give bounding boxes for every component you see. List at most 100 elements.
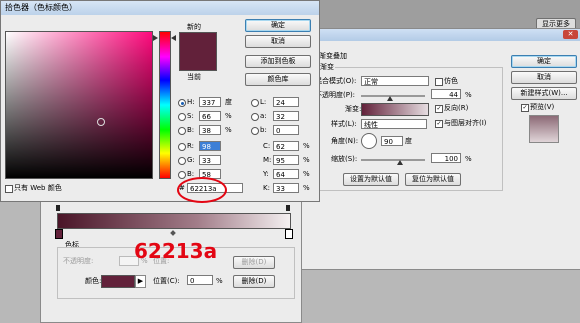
section-title: 渐变叠加: [319, 52, 347, 60]
align-label: 与图层对齐(I): [444, 119, 487, 127]
stop-location-percent: %: [216, 277, 223, 285]
h-field[interactable]: 337: [199, 97, 221, 107]
k-unit: %: [303, 184, 310, 192]
color-stop-right[interactable]: [285, 229, 293, 239]
radio-s[interactable]: [178, 113, 186, 121]
set-default-button[interactable]: 设置为默认值: [343, 173, 399, 186]
color-picker-dialog: 拾色器（色标颜色） 新的 当前 确定 取消 添加到色板 颜色库 H: 337 度…: [0, 0, 320, 203]
reverse-checkbox[interactable]: ✓: [435, 105, 443, 113]
l-field[interactable]: 24: [273, 97, 299, 107]
new-style-button[interactable]: 新建样式(W)...: [511, 87, 577, 100]
radio-g[interactable]: [178, 157, 186, 165]
scale-slider[interactable]: [361, 159, 425, 161]
radio-b[interactable]: [251, 127, 259, 135]
scale-percent: %: [465, 155, 472, 163]
color-library-button[interactable]: 颜色库: [245, 73, 311, 86]
layer-style-dialog: ✕ 渐变叠加 渐变 混合模式(O): 正常 仿色 不透明度(P): 44 % 渐…: [300, 28, 580, 270]
radio-bv[interactable]: [178, 127, 186, 135]
angle-degree: 度: [405, 137, 412, 145]
subsection-title: 渐变: [319, 63, 335, 72]
stop-location-field[interactable]: 0: [187, 275, 213, 285]
current-color-label: 当前: [187, 73, 201, 81]
a-field[interactable]: 32: [273, 111, 299, 121]
stop-color-label: 颜色:: [85, 277, 102, 285]
g-label: G:: [187, 156, 195, 164]
hue-slider-marker-left[interactable]: [153, 35, 158, 41]
bv-field[interactable]: 38: [199, 125, 221, 135]
m-label: M:: [263, 156, 272, 164]
style-label: 样式(L):: [331, 120, 357, 128]
c-field[interactable]: 62: [273, 141, 299, 151]
opacity-stop-left[interactable]: [56, 205, 60, 211]
y-field[interactable]: 64: [273, 169, 299, 179]
gradient-bar[interactable]: [57, 213, 291, 229]
current-color-swatch[interactable]: [179, 51, 217, 71]
preview-checkbox[interactable]: ✓: [521, 104, 529, 112]
opacity-stop-right[interactable]: [286, 205, 290, 211]
reset-default-button[interactable]: 复位为默认值: [405, 173, 461, 186]
angle-label: 角度(N):: [331, 137, 359, 145]
b-field[interactable]: 0: [273, 125, 299, 135]
new-color-swatch: [179, 32, 217, 52]
angle-field[interactable]: 90: [381, 136, 403, 146]
c-unit: %: [303, 142, 310, 150]
m-field[interactable]: 95: [273, 155, 299, 165]
dither-label: 仿色: [444, 77, 458, 85]
radio-r[interactable]: [178, 143, 186, 151]
k-field[interactable]: 33: [273, 183, 299, 193]
b-label: b:: [260, 126, 267, 134]
g-field[interactable]: 33: [199, 155, 221, 165]
opacity-slider[interactable]: [361, 95, 425, 97]
angle-dial[interactable]: [361, 133, 377, 149]
hex-highlight-circle: [177, 177, 227, 203]
radio-bl[interactable]: [178, 171, 186, 179]
new-color-label: 新的: [187, 23, 201, 31]
picker-title: 拾色器（色标颜色）: [5, 3, 77, 12]
dialog-titlebar: [301, 29, 580, 41]
stop-color-swatch[interactable]: [101, 275, 135, 288]
add-to-swatches-button[interactable]: 添加到色板: [245, 55, 311, 68]
midpoint-diamond[interactable]: [170, 230, 176, 236]
h-unit: 度: [225, 98, 232, 106]
bv-label: B:: [187, 126, 195, 134]
radio-a[interactable]: [251, 113, 259, 121]
color-field-cursor[interactable]: [97, 118, 105, 126]
stop-opacity-label: 不透明度:: [63, 257, 94, 265]
dither-checkbox[interactable]: [435, 78, 443, 86]
style-select[interactable]: 线性: [361, 119, 427, 129]
delete-color-stop-button[interactable]: 删除(D): [233, 275, 275, 288]
style-ok-button[interactable]: 确定: [511, 55, 577, 68]
reverse-label: 反向(R): [444, 104, 469, 112]
s-field[interactable]: 66: [199, 111, 221, 121]
web-only-label: 只有 Web 颜色: [14, 184, 62, 192]
scale-label: 缩放(S):: [331, 155, 358, 163]
scale-field[interactable]: 100: [431, 153, 461, 163]
opacity-slider-thumb[interactable]: [387, 96, 393, 101]
radio-l[interactable]: [251, 99, 259, 107]
delete-opacity-stop-button[interactable]: 删除(D): [233, 256, 275, 269]
preview-label: 预览(V): [530, 103, 555, 111]
h-label: H:: [187, 98, 195, 106]
r-field[interactable]: 98: [199, 141, 221, 151]
opacity-field[interactable]: 44: [431, 89, 461, 99]
color-stop-left[interactable]: [55, 229, 63, 239]
hue-slider[interactable]: [159, 31, 171, 179]
hue-slider-marker-right[interactable]: [171, 35, 176, 41]
gradient-preview-box[interactable]: [361, 103, 429, 116]
style-cancel-button[interactable]: 取消: [511, 71, 577, 84]
close-icon[interactable]: ✕: [563, 30, 578, 39]
s-label: S:: [187, 112, 194, 120]
picker-ok-button[interactable]: 确定: [245, 19, 311, 32]
color-field[interactable]: [5, 31, 153, 179]
blend-mode-select[interactable]: 正常: [361, 76, 429, 86]
c-label: C:: [263, 142, 271, 150]
m-unit: %: [303, 156, 310, 164]
stop-color-arrow-icon[interactable]: ▶: [135, 275, 146, 288]
picker-cancel-button[interactable]: 取消: [245, 35, 311, 48]
radio-h[interactable]: [178, 99, 186, 107]
scale-slider-thumb[interactable]: [397, 160, 403, 165]
y-label: Y:: [263, 170, 269, 178]
opacity-label: 不透明度(P):: [315, 91, 356, 99]
web-only-checkbox[interactable]: [5, 185, 13, 193]
align-checkbox[interactable]: ✓: [435, 120, 443, 128]
